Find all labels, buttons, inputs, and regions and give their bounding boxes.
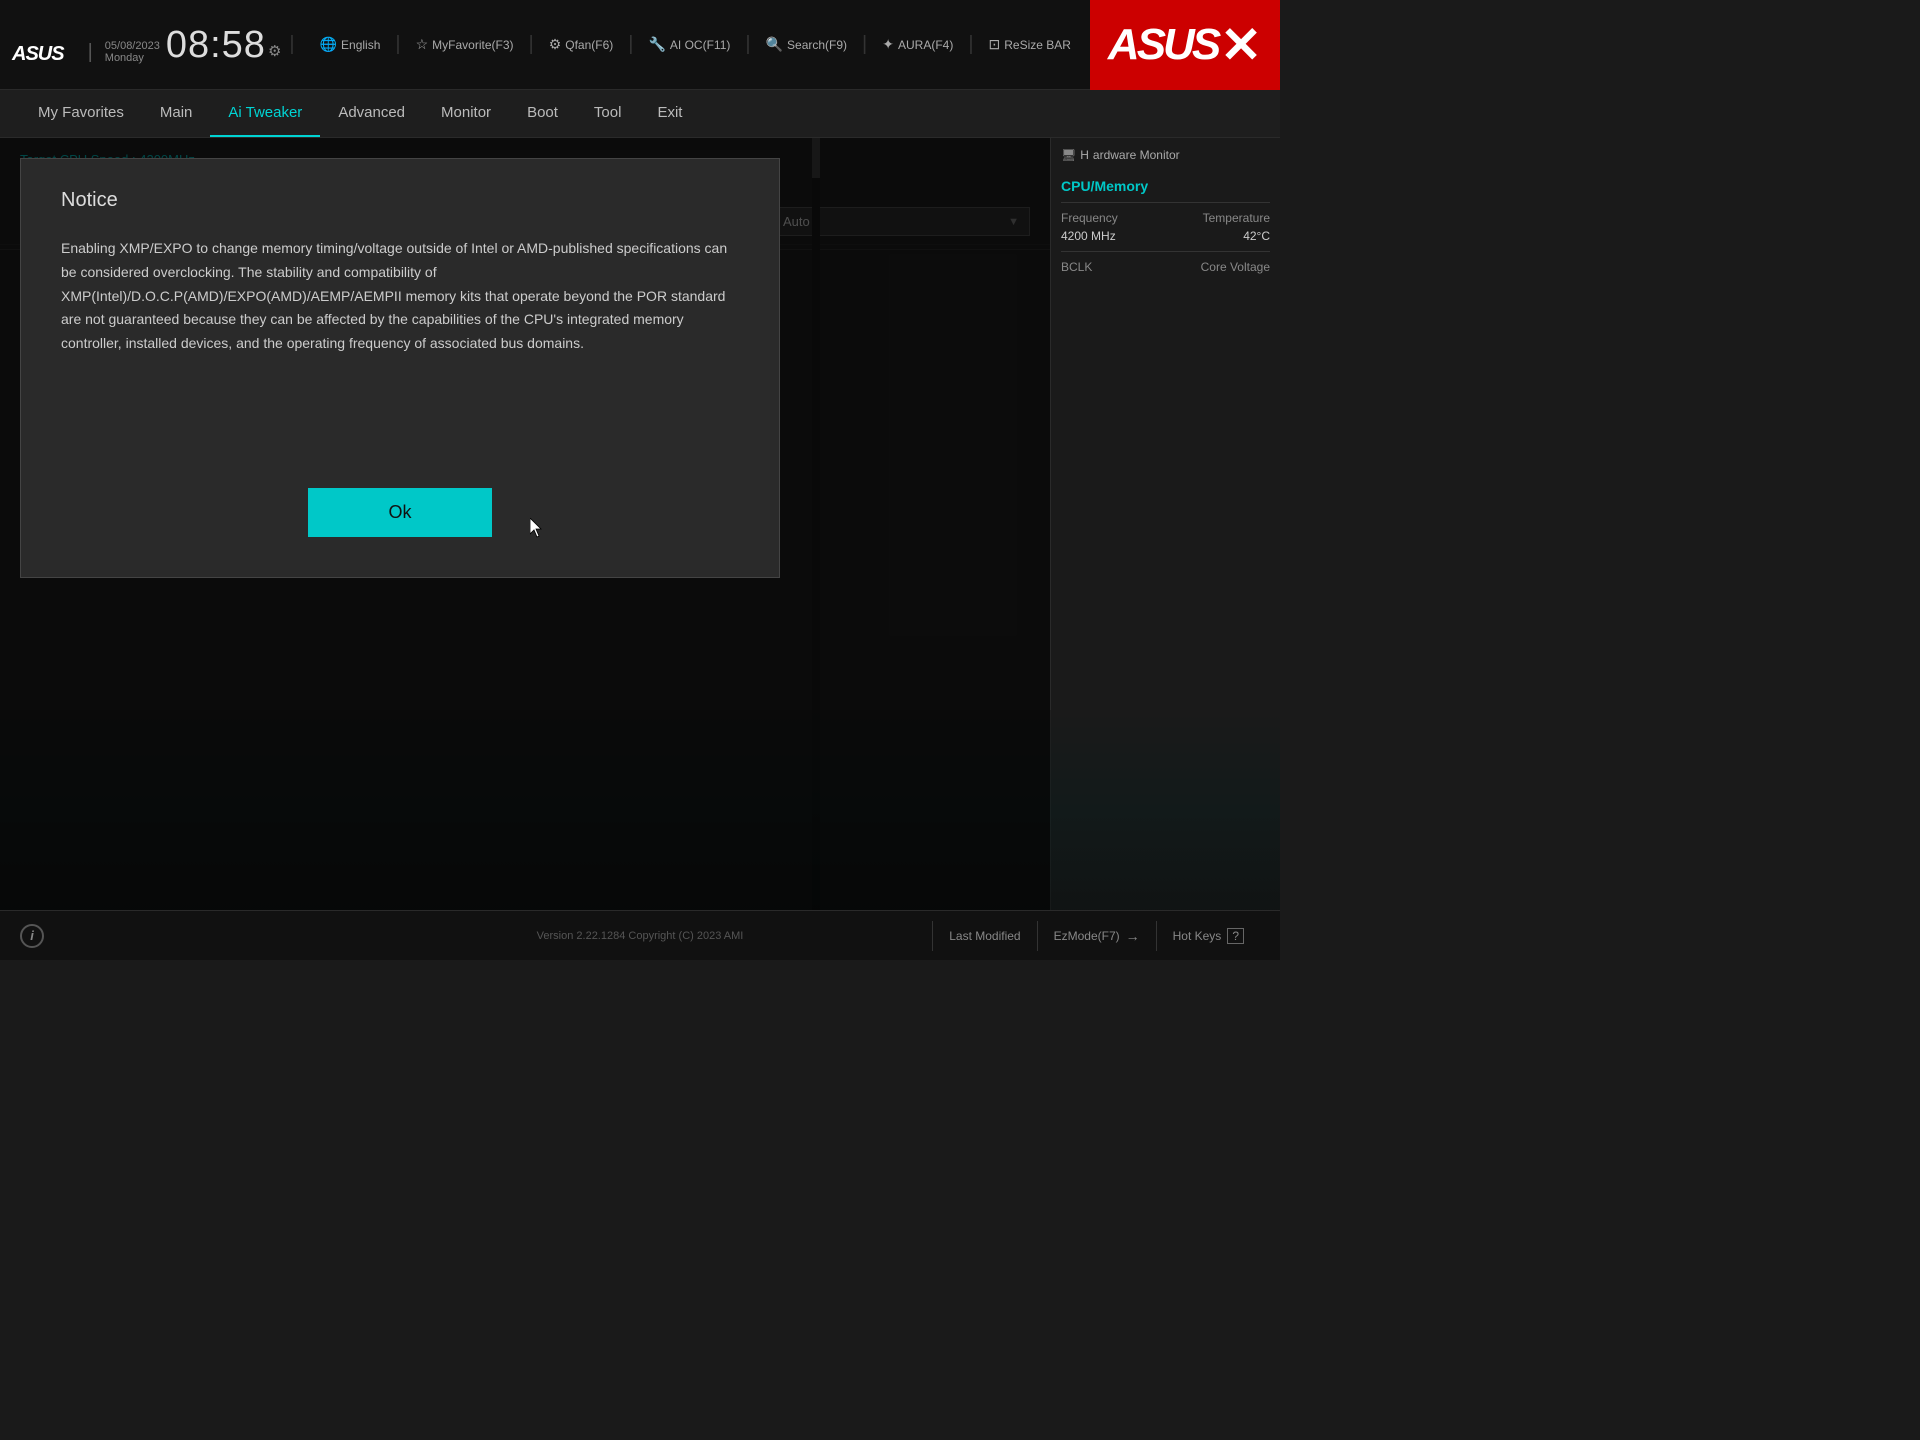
- hot-keys-label: Hot Keys: [1173, 929, 1222, 943]
- top-bar: ASUS | 05/08/2023 Monday 08:58 ⚙ | 🌐 Eng…: [0, 0, 1280, 90]
- tab-main[interactable]: Main: [142, 90, 211, 137]
- sidebar-section-title: CPU/Memory: [1061, 172, 1270, 203]
- sidebar-stat-bclk-header: BCLK Core Voltage: [1061, 260, 1270, 274]
- modal-title: Notice: [61, 189, 739, 212]
- ez-mode-icon: →: [1126, 928, 1140, 944]
- tab-boot[interactable]: Boot: [509, 90, 576, 137]
- sidebar-freq-value: 4200 MHz: [1061, 229, 1116, 243]
- nav-aura-label: AURA(F4): [898, 38, 953, 52]
- tab-exit[interactable]: Exit: [639, 90, 700, 137]
- nav-sep-1: |: [395, 33, 400, 56]
- tab-advanced[interactable]: Advanced: [320, 90, 423, 137]
- tab-tool[interactable]: Tool: [576, 90, 640, 137]
- tab-monitor[interactable]: Monitor: [423, 90, 509, 137]
- hw-monitor-icon: 🖥: [1061, 148, 1076, 162]
- bottom-bar-right: Last Modified EzMode(F7) → Hot Keys ?: [932, 921, 1260, 951]
- hot-keys-icon: ?: [1227, 928, 1244, 944]
- hw-monitor-partial: 🖥 H ardware Monitor: [1061, 148, 1270, 162]
- top-sep: |: [289, 33, 294, 56]
- search-icon: 🔍: [766, 36, 783, 53]
- date-display: 05/08/2023: [105, 40, 160, 52]
- hw-monitor-label: H: [1080, 148, 1089, 162]
- main-panel: Target CPU Speed : 4200MHz Target DRAM F…: [0, 138, 1050, 910]
- nav-sep-4: |: [745, 33, 750, 56]
- nav-myfavorite-label: MyFavorite(F3): [432, 38, 513, 52]
- nav-search[interactable]: 🔍 Search(F9): [759, 33, 854, 56]
- nav-aura[interactable]: ✦ AURA(F4): [875, 33, 960, 56]
- hw-monitor-label2: ardware Monitor: [1093, 148, 1180, 162]
- nav-sep-2: |: [529, 33, 534, 56]
- asus-brand-x: ✕: [1220, 20, 1262, 70]
- aura-icon: ✦: [882, 36, 894, 53]
- version-text: Version 2.22.1284 Copyright (C) 2023 AMI: [537, 930, 744, 942]
- sidebar-bclk-label: BCLK: [1061, 260, 1092, 274]
- nav-sep-6: |: [968, 33, 973, 56]
- sidebar-freq-label: Frequency: [1061, 211, 1118, 225]
- modal-body: Enabling XMP/EXPO to change memory timin…: [61, 237, 739, 458]
- ez-mode-label: EzMode(F7): [1054, 929, 1120, 943]
- header-divider: |: [88, 41, 93, 64]
- modal-box: Notice Enabling XMP/EXPO to change memor…: [20, 158, 780, 578]
- resizebar-icon: ⊡: [989, 36, 1001, 53]
- asus-logo: ASUS: [12, 44, 64, 64]
- sidebar-divider: [1061, 251, 1270, 252]
- qfan-icon: ⚙: [549, 36, 562, 53]
- sidebar-temp-value: 42°C: [1243, 229, 1270, 243]
- nav-qfan[interactable]: ⚙ Qfan(F6): [542, 33, 621, 56]
- main-nav: My Favorites Main Ai Tweaker Advanced Mo…: [0, 90, 1280, 138]
- nav-resizebar-label: ReSize BAR: [1004, 38, 1071, 52]
- nav-myfavorite[interactable]: ☆ MyFavorite(F3): [409, 33, 521, 56]
- info-icon-button[interactable]: i: [20, 924, 44, 948]
- globe-icon: 🌐: [320, 36, 337, 53]
- hot-keys-button[interactable]: Hot Keys ?: [1156, 921, 1260, 951]
- day-display: Monday: [105, 52, 160, 64]
- favorite-icon: ☆: [416, 36, 429, 53]
- bottom-bar: i Version 2.22.1284 Copyright (C) 2023 A…: [0, 910, 1280, 960]
- aioc-icon: 🔧: [648, 36, 665, 53]
- nav-sep-5: |: [862, 33, 867, 56]
- nav-resizebar[interactable]: ⊡ ReSize BAR: [982, 33, 1078, 56]
- sidebar-temp-label: Temperature: [1203, 211, 1270, 225]
- spacer: [1061, 162, 1270, 172]
- nav-aioc[interactable]: 🔧 AI OC(F11): [641, 33, 737, 56]
- last-modified-button[interactable]: Last Modified: [932, 921, 1036, 951]
- sidebar-stat-freq-header: Frequency Temperature: [1061, 211, 1270, 225]
- info-symbol: i: [30, 928, 34, 943]
- sidebar-stat-freq-value: 4200 MHz 42°C: [1061, 229, 1270, 243]
- tab-ai-tweaker[interactable]: Ai Tweaker: [210, 90, 320, 137]
- nav-english-label: English: [341, 38, 380, 52]
- bottom-bar-left: i: [20, 924, 44, 948]
- nav-qfan-label: Qfan(F6): [565, 38, 613, 52]
- time-display: 08:58: [166, 26, 266, 64]
- nav-sep-3: |: [628, 33, 633, 56]
- nav-english[interactable]: 🌐 English: [313, 33, 388, 56]
- time-container: 08:58 ⚙: [166, 26, 282, 64]
- modal-ok-button[interactable]: Ok: [308, 488, 491, 537]
- top-bar-left: ASUS | 05/08/2023 Monday 08:58 ⚙: [12, 26, 281, 64]
- sidebar-corevolt-label: Core Voltage: [1201, 260, 1270, 274]
- settings-gear-icon[interactable]: ⚙: [268, 42, 281, 60]
- ez-mode-button[interactable]: EzMode(F7) →: [1037, 921, 1156, 951]
- asus-brand-logo: ASUS ✕: [1090, 0, 1280, 90]
- nav-search-label: Search(F9): [787, 38, 847, 52]
- datetime-container: 05/08/2023 Monday: [105, 40, 160, 64]
- asus-brand-text: ASUS: [1108, 20, 1218, 70]
- nav-aioc-label: AI OC(F11): [670, 38, 730, 52]
- tab-my-favorites[interactable]: My Favorites: [20, 90, 142, 137]
- modal-overlay: Notice Enabling XMP/EXPO to change memor…: [0, 138, 1050, 910]
